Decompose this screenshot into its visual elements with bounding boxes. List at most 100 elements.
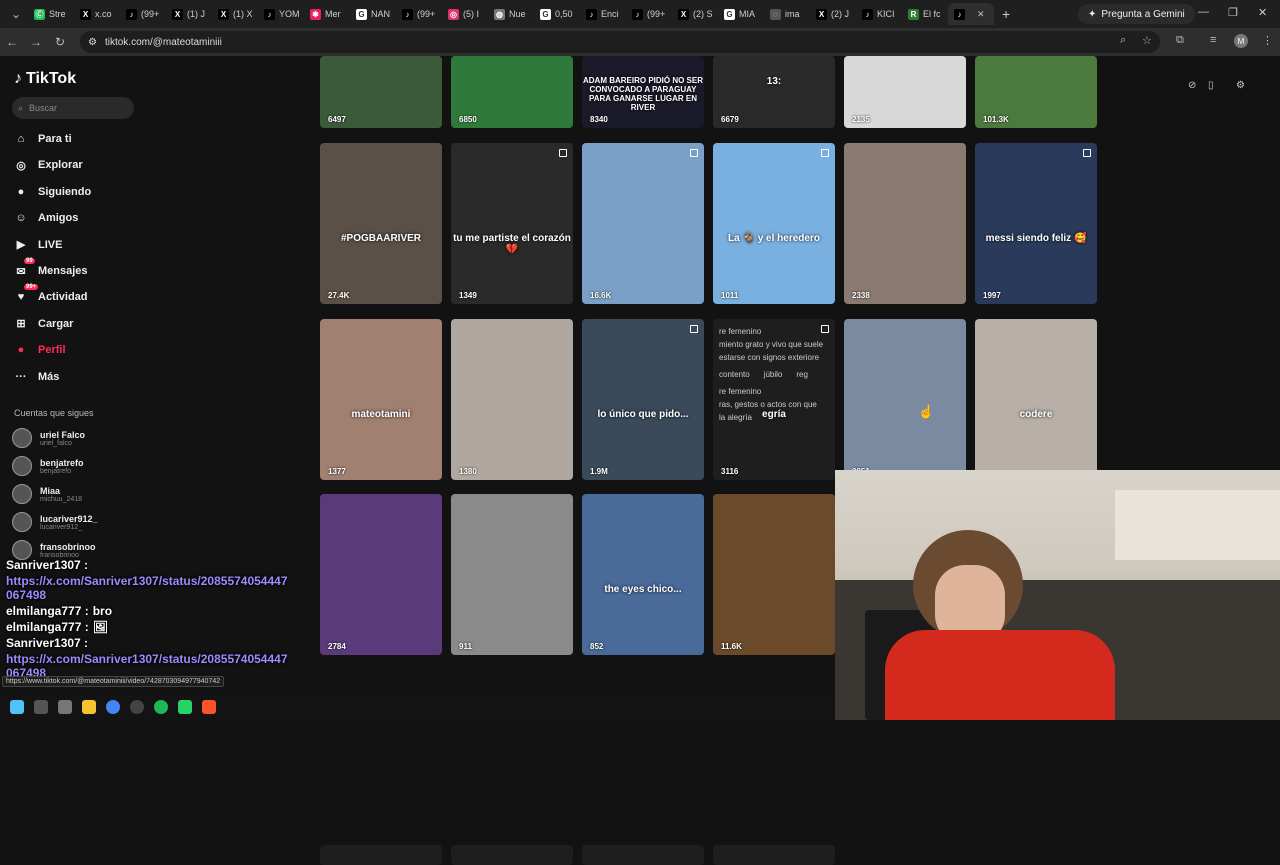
video-thumbnail[interactable]: [582, 845, 704, 865]
sidebar-item-cargar[interactable]: ⊞ Cargar: [14, 317, 73, 331]
browser-tab[interactable]: ♪ (99+: [396, 3, 442, 25]
video-thumbnail[interactable]: [320, 845, 442, 865]
account-handle: uriel_falco: [40, 439, 72, 447]
browser-tab[interactable]: X (1) J: [166, 3, 212, 25]
browser-tab[interactable]: ♪ Enci: [580, 3, 626, 25]
browser-tab[interactable]: G NAN: [350, 3, 396, 25]
browser-tab[interactable]: Ⓒ Stre: [28, 3, 74, 25]
sidebar-item-live[interactable]: ▶ LIVE: [14, 238, 63, 252]
video-thumbnail[interactable]: 1380: [451, 319, 573, 480]
folder-icon[interactable]: [82, 700, 96, 714]
browser-tab[interactable]: ✱ Mer: [304, 3, 350, 25]
view-count: 2135: [852, 115, 870, 124]
sidebar-item-mensajes[interactable]: ✉ 99 Mensajes: [14, 258, 88, 278]
brave-icon[interactable]: [202, 700, 216, 714]
browser-tab[interactable]: ♪ (99+: [120, 3, 166, 25]
windows-start-icon[interactable]: [10, 700, 24, 714]
whatsapp-icon[interactable]: [178, 700, 192, 714]
browser-tab[interactable]: G 0,50: [534, 3, 580, 25]
maximize-icon[interactable]: ❐: [1228, 6, 1238, 19]
menu-6-icon: ♥ 99+: [17, 284, 39, 304]
browser-tab[interactable]: X (2) J: [810, 3, 856, 25]
video-thumbnail[interactable]: 11.6K: [713, 494, 835, 655]
close-window-icon[interactable]: ✕: [1258, 6, 1267, 19]
browser-tab[interactable]: ♪ YOM: [258, 3, 304, 25]
video-thumbnail[interactable]: messi siendo feliz 🥰 1997: [975, 143, 1097, 304]
tiktok-logo[interactable]: ♪ TikTok: [14, 70, 76, 88]
video-thumbnail[interactable]: La 🐐 y el heredero 1011: [713, 143, 835, 304]
followed-account[interactable]: benjatrefo benjatrefo: [12, 456, 84, 476]
followed-account[interactable]: uriel Falco uriel_falco: [12, 428, 85, 448]
video-thumbnail[interactable]: [713, 845, 835, 865]
site-info-icon[interactable]: ⚙: [88, 37, 97, 48]
chat-text[interactable]: https://x.com/Sanriver1307/status/208557…: [6, 574, 288, 602]
settings-icon[interactable]: ⚙: [1236, 80, 1245, 91]
browser-tab[interactable]: ♪ KICI: [856, 3, 902, 25]
forward-icon[interactable]: →: [24, 35, 48, 49]
back-icon[interactable]: ←: [0, 35, 24, 49]
video-thumbnail[interactable]: 911: [451, 494, 573, 655]
video-thumbnail[interactable]: 2338: [844, 143, 966, 304]
browser-tab[interactable]: Xx.co: [74, 3, 120, 25]
taskview-icon[interactable]: [34, 700, 48, 714]
video-thumbnail[interactable]: ADAM BAREIRO PIDIÓ NO SER CONVOCADO A PA…: [582, 56, 704, 128]
video-thumbnail[interactable]: mateotamini 1377: [320, 319, 442, 480]
tab-close-icon[interactable]: ✕: [977, 9, 985, 20]
sidebar-item-siguiendo[interactable]: ● Siguiendo: [14, 185, 92, 199]
browser-tab[interactable]: ◌ ima: [764, 3, 810, 25]
video-thumbnail[interactable]: 6497: [320, 56, 442, 128]
reload-icon[interactable]: ↻: [48, 35, 72, 49]
followed-account[interactable]: lucariver912_ lucariver912_: [12, 512, 98, 532]
video-thumbnail[interactable]: [451, 845, 573, 865]
video-thumbnail[interactable]: re femenino miento grato y vivo que suele…: [713, 319, 835, 480]
browser-tab[interactable]: ♪ ✕: [948, 3, 994, 25]
video-thumbnail[interactable]: 13: 6679: [713, 56, 835, 128]
browser-tab[interactable]: ♪ (99+: [626, 3, 672, 25]
tab-label: Stre: [49, 9, 66, 19]
menu-kebab-icon[interactable]: ⋮: [1262, 34, 1273, 47]
browser-tab[interactable]: G MIA: [718, 3, 764, 25]
gemini-button[interactable]: ✦ Pregunta a Gemini: [1078, 4, 1195, 24]
video-thumbnail[interactable]: 2135: [844, 56, 966, 128]
extensions-icon[interactable]: ⧉: [1176, 34, 1184, 47]
video-thumbnail[interactable]: codere: [975, 319, 1097, 480]
obs-icon[interactable]: [130, 700, 144, 714]
new-tab-button[interactable]: +: [994, 6, 1018, 22]
video-thumbnail[interactable]: lo único que pido... 1.9M: [582, 319, 704, 480]
followed-account[interactable]: Miaa michuu_2418: [12, 484, 82, 504]
zoom-icon[interactable]: ⌕: [1120, 34, 1126, 47]
browser-tab[interactable]: X (1) X: [212, 3, 258, 25]
browser-tab[interactable]: R El fc: [902, 3, 948, 25]
minimize-icon[interactable]: —: [1198, 6, 1209, 18]
video-thumbnail[interactable]: #POGBAARIVER 27.4K: [320, 143, 442, 304]
sidebar-item-más[interactable]: ··· Más: [14, 370, 60, 384]
sidebar-item-explorar[interactable]: ◎ Explorar: [14, 158, 82, 172]
video-thumbnail[interactable]: 101.3K: [975, 56, 1097, 128]
tab-search-icon[interactable]: ⌄: [4, 7, 28, 21]
sidebar-item-para-ti[interactable]: ⌂ Para ti: [14, 132, 72, 146]
app-icon[interactable]: [58, 700, 72, 714]
video-thumbnail[interactable]: 2784: [320, 494, 442, 655]
video-thumbnail[interactable]: tu me partiste el corazón 💔 1349: [451, 143, 573, 304]
spotify-icon[interactable]: [154, 700, 168, 714]
profile-avatar[interactable]: M: [1234, 34, 1248, 48]
browser-tab[interactable]: ◍ Nue: [488, 3, 534, 25]
chat-username: Sanriver1307 :: [6, 636, 89, 650]
url-field[interactable]: ⚙ tiktok.com/@mateotaminiii: [80, 31, 1160, 53]
video-thumbnail[interactable]: 2951: [844, 319, 966, 480]
video-thumbnail[interactable]: 6850: [451, 56, 573, 128]
sidebar-item-perfil[interactable]: ● Perfil: [14, 343, 66, 357]
browser-tab[interactable]: ◎ (5) I: [442, 3, 488, 25]
browser-tab[interactable]: X (2) S: [672, 3, 718, 25]
pip-icon[interactable]: ⊘: [1188, 80, 1196, 91]
bookmark-star-icon[interactable]: ☆: [1142, 34, 1152, 47]
video-thumbnail[interactable]: the eyes chico... 852: [582, 494, 704, 655]
video-thumbnail[interactable]: 16.6K: [582, 143, 704, 304]
search-input[interactable]: ⌕ Buscar: [12, 97, 134, 119]
account-name: Miaa: [40, 485, 61, 496]
chrome-icon[interactable]: [106, 700, 120, 714]
reading-list-icon[interactable]: ≡: [1210, 34, 1216, 46]
sidebar-item-amigos[interactable]: ☺ Amigos: [14, 211, 78, 225]
device-icon[interactable]: ▯: [1208, 80, 1214, 91]
sidebar-item-actividad[interactable]: ♥ 99+ Actividad: [14, 284, 88, 304]
